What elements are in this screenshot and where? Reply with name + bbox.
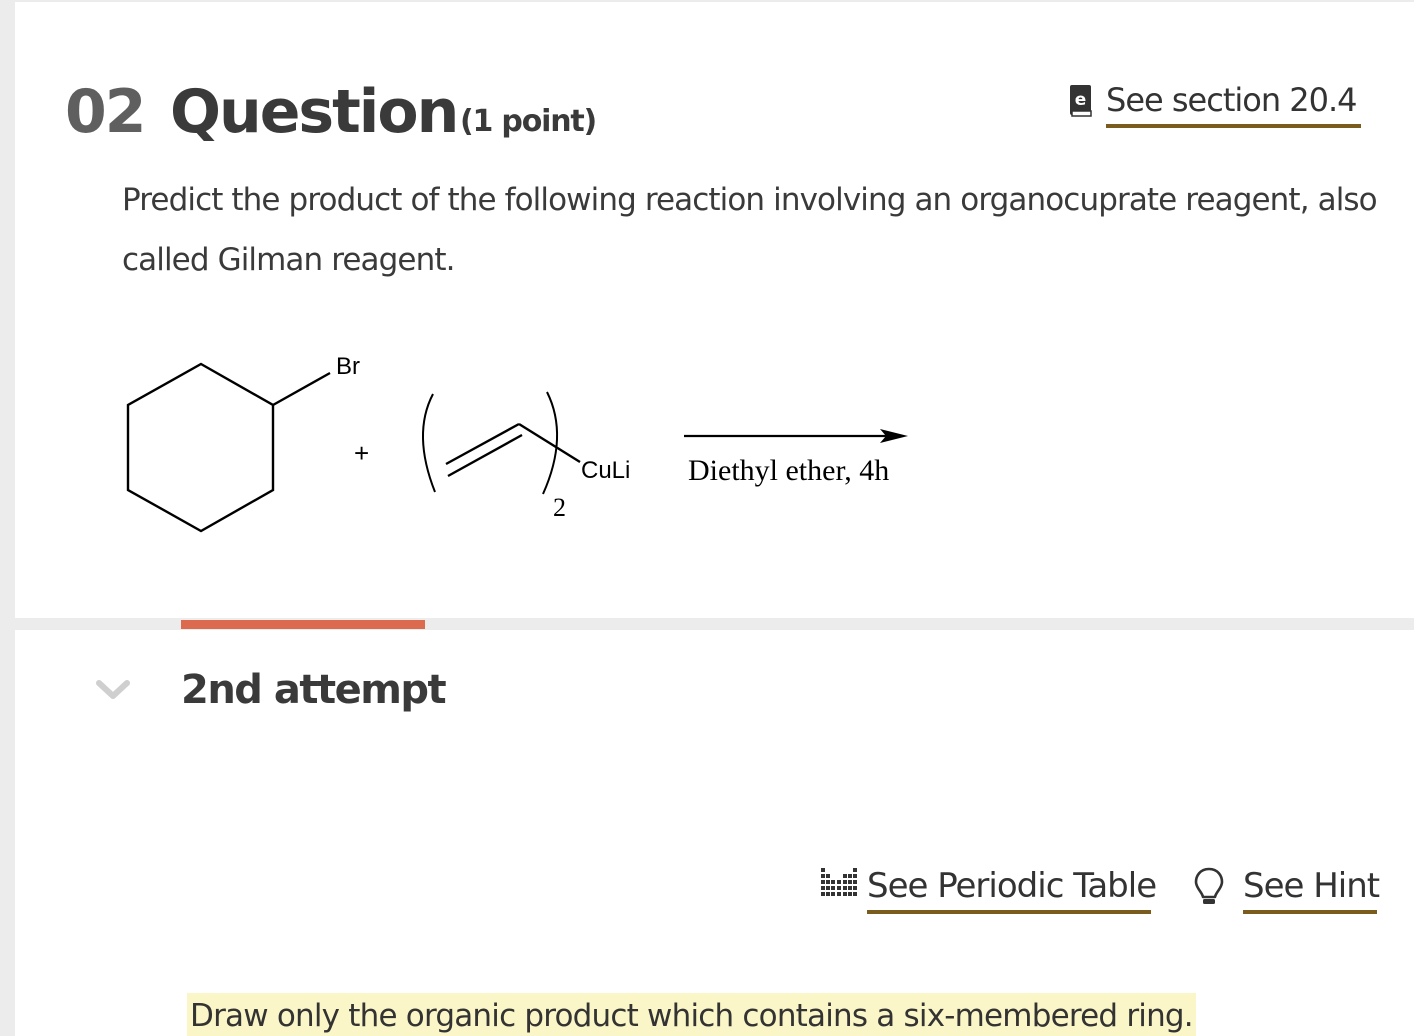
- bromine-bond: [272, 371, 331, 407]
- reaction-scheme: Br + 2 CuLi Diethyl ether, 4h: [126, 353, 908, 533]
- page: 02 Question (1 point) e See section 20.4…: [0, 0, 1414, 1036]
- see-section-link[interactable]: See section 20.4: [1106, 80, 1361, 128]
- reaction-conditions: Diethyl ether, 4h: [688, 454, 889, 487]
- see-section-label: See section 20.4: [1106, 81, 1358, 119]
- vinyl-cu-bond: [518, 422, 581, 464]
- svg-text:e: e: [1075, 90, 1087, 110]
- see-section-underline: [1106, 124, 1361, 128]
- cyclohexane-ring: [126, 362, 275, 533]
- see-hint-underline: [1243, 910, 1377, 914]
- question-title: Question: [170, 77, 459, 147]
- see-hint-label: See Hint: [1243, 866, 1380, 906]
- ebook-icon[interactable]: e: [1068, 84, 1094, 118]
- reagent-subscript: 2: [553, 493, 566, 522]
- drawing-instruction: Draw only the organic product which cont…: [187, 993, 1196, 1036]
- see-periodic-table-underline: [867, 910, 1151, 914]
- see-periodic-table-link[interactable]: See Periodic Table: [867, 866, 1157, 914]
- lightbulb-icon[interactable]: [1193, 866, 1225, 908]
- plus-sign: +: [354, 438, 369, 468]
- periodic-table-icon[interactable]: [820, 866, 858, 898]
- question-number: 02: [65, 77, 146, 147]
- question-points: (1 point): [460, 104, 597, 139]
- attempt-indicator-bar: [181, 620, 425, 629]
- attempt-label: 2nd attempt: [181, 667, 447, 713]
- see-periodic-table-label: See Periodic Table: [867, 866, 1157, 906]
- left-paren: [422, 393, 436, 493]
- question-prompt: Predict the product of the following rea…: [122, 182, 1378, 278]
- reagent-label: CuLi: [581, 457, 630, 484]
- chevron-down-icon[interactable]: [96, 678, 130, 702]
- bromine-label: Br: [336, 353, 360, 380]
- see-hint-link[interactable]: See Hint: [1243, 866, 1380, 914]
